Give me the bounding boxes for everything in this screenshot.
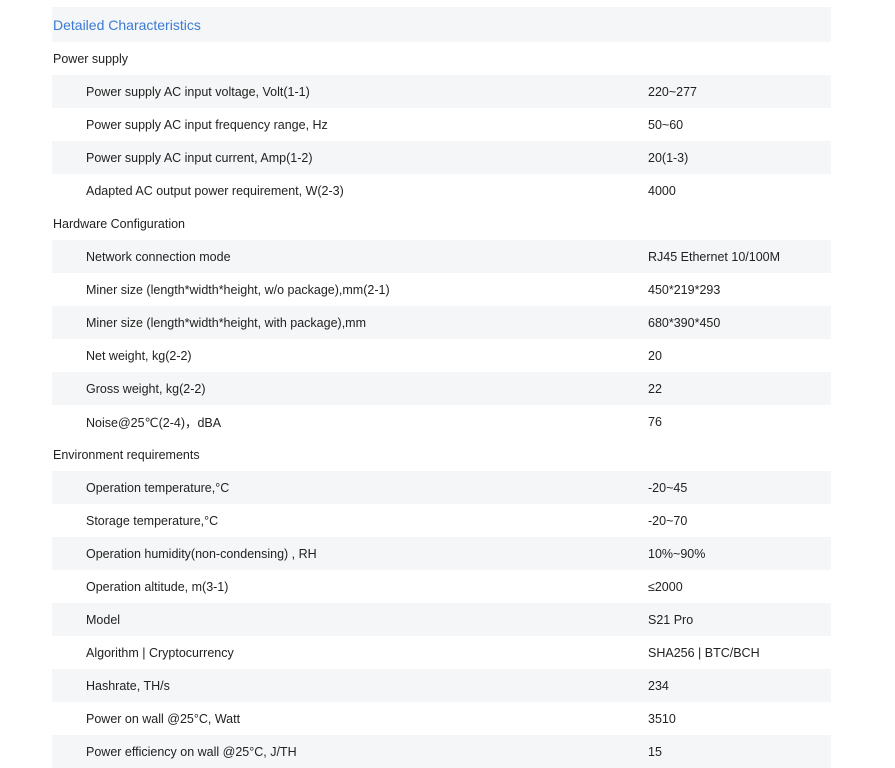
table-row: Power efficiency on wall @25°C, J/TH 15	[52, 735, 831, 768]
table-row: Power supply AC input voltage, Volt(1-1)…	[52, 75, 831, 108]
row-label: Power supply AC input current, Amp(1-2)	[86, 150, 313, 165]
row-value: SHA256 | BTC/BCH	[648, 645, 760, 660]
table-row: Operation altitude, m(3-1) ≤2000	[52, 570, 831, 603]
row-value: 20(1-3)	[648, 150, 689, 165]
row-value: S21 Pro	[648, 612, 694, 627]
row-value: 15	[648, 744, 662, 759]
row-label: Miner size (length*width*height, with pa…	[86, 315, 366, 330]
section-heading: Environment requirements	[53, 447, 200, 462]
row-label: Miner size (length*width*height, w/o pac…	[86, 282, 390, 297]
row-value: 234	[648, 678, 669, 693]
row-label: Operation humidity(non-condensing) , RH	[86, 546, 317, 561]
row-label: Storage temperature,°C	[86, 513, 219, 528]
row-label: Power supply AC input frequency range, H…	[86, 117, 328, 132]
table-row: Miner size (length*width*height, with pa…	[52, 306, 831, 339]
table-row: Network connection mode RJ45 Ethernet 10…	[52, 240, 831, 273]
table-row: Power on wall @25°C, Watt 3510	[52, 702, 831, 735]
table-row: Power supply AC input current, Amp(1-2) …	[52, 141, 831, 174]
characteristics-table: Detailed Characteristics Power supply Po…	[52, 7, 831, 768]
row-label: Algorithm | Cryptocurrency	[86, 645, 234, 660]
row-value: 680*390*450	[648, 315, 721, 330]
table-row: Model S21 Pro	[52, 603, 831, 636]
row-value: 3510	[648, 711, 676, 726]
table-row: Algorithm | Cryptocurrency SHA256 | BTC/…	[52, 636, 831, 669]
table-row: Operation humidity(non-condensing) , RH …	[52, 537, 831, 570]
row-label: Network connection mode	[86, 249, 231, 264]
table-title-row: Detailed Characteristics	[52, 7, 831, 42]
row-value: 22	[648, 381, 662, 396]
section-heading-hardware-configuration: Hardware Configuration	[52, 207, 831, 240]
row-label: Power supply AC input voltage, Volt(1-1)	[86, 84, 310, 99]
table-row: Gross weight, kg(2-2) 22	[52, 372, 831, 405]
row-value: 220~277	[648, 84, 698, 99]
row-value: 76	[648, 414, 662, 429]
row-value: 20	[648, 348, 662, 363]
row-label: Hashrate, TH/s	[86, 678, 170, 693]
row-label: Power efficiency on wall @25°C, J/TH	[86, 744, 297, 759]
section-heading-power-supply: Power supply	[52, 42, 831, 75]
row-value: -20~70	[648, 513, 688, 528]
table-row: Operation temperature,°C -20~45	[52, 471, 831, 504]
row-label: Adapted AC output power requirement, W(2…	[86, 183, 344, 198]
row-value: 450*219*293	[648, 282, 721, 297]
table-title: Detailed Characteristics	[53, 16, 201, 33]
table-row: Storage temperature,°C -20~70	[52, 504, 831, 537]
row-value: ≤2000	[648, 579, 683, 594]
table-row: Miner size (length*width*height, w/o pac…	[52, 273, 831, 306]
section-heading-environment-requirements: Environment requirements	[52, 438, 831, 471]
row-label: Operation temperature,°C	[86, 480, 230, 495]
row-label: Gross weight, kg(2-2)	[86, 381, 206, 396]
section-heading: Power supply	[53, 51, 129, 66]
row-label: Net weight, kg(2-2)	[86, 348, 192, 363]
row-label: Power on wall @25°C, Watt	[86, 711, 241, 726]
table-row: Net weight, kg(2-2) 20	[52, 339, 831, 372]
row-value: 4000	[648, 183, 676, 198]
section-heading: Hardware Configuration	[53, 216, 186, 231]
row-value: 50~60	[648, 117, 684, 132]
row-label: Model	[86, 612, 121, 627]
row-value: -20~45	[648, 480, 688, 495]
table-row: Power supply AC input frequency range, H…	[52, 108, 831, 141]
table-row: Hashrate, TH/s 234	[52, 669, 831, 702]
row-label: Noise@25℃(2-4)，dBA	[86, 416, 222, 430]
table-row: Noise@25℃(2-4)，dBA 76	[52, 405, 831, 438]
row-label: Operation altitude, m(3-1)	[86, 579, 229, 594]
row-value: 10%~90%	[648, 546, 706, 561]
table-row: Adapted AC output power requirement, W(2…	[52, 174, 831, 207]
row-value: RJ45 Ethernet 10/100M	[648, 249, 781, 264]
